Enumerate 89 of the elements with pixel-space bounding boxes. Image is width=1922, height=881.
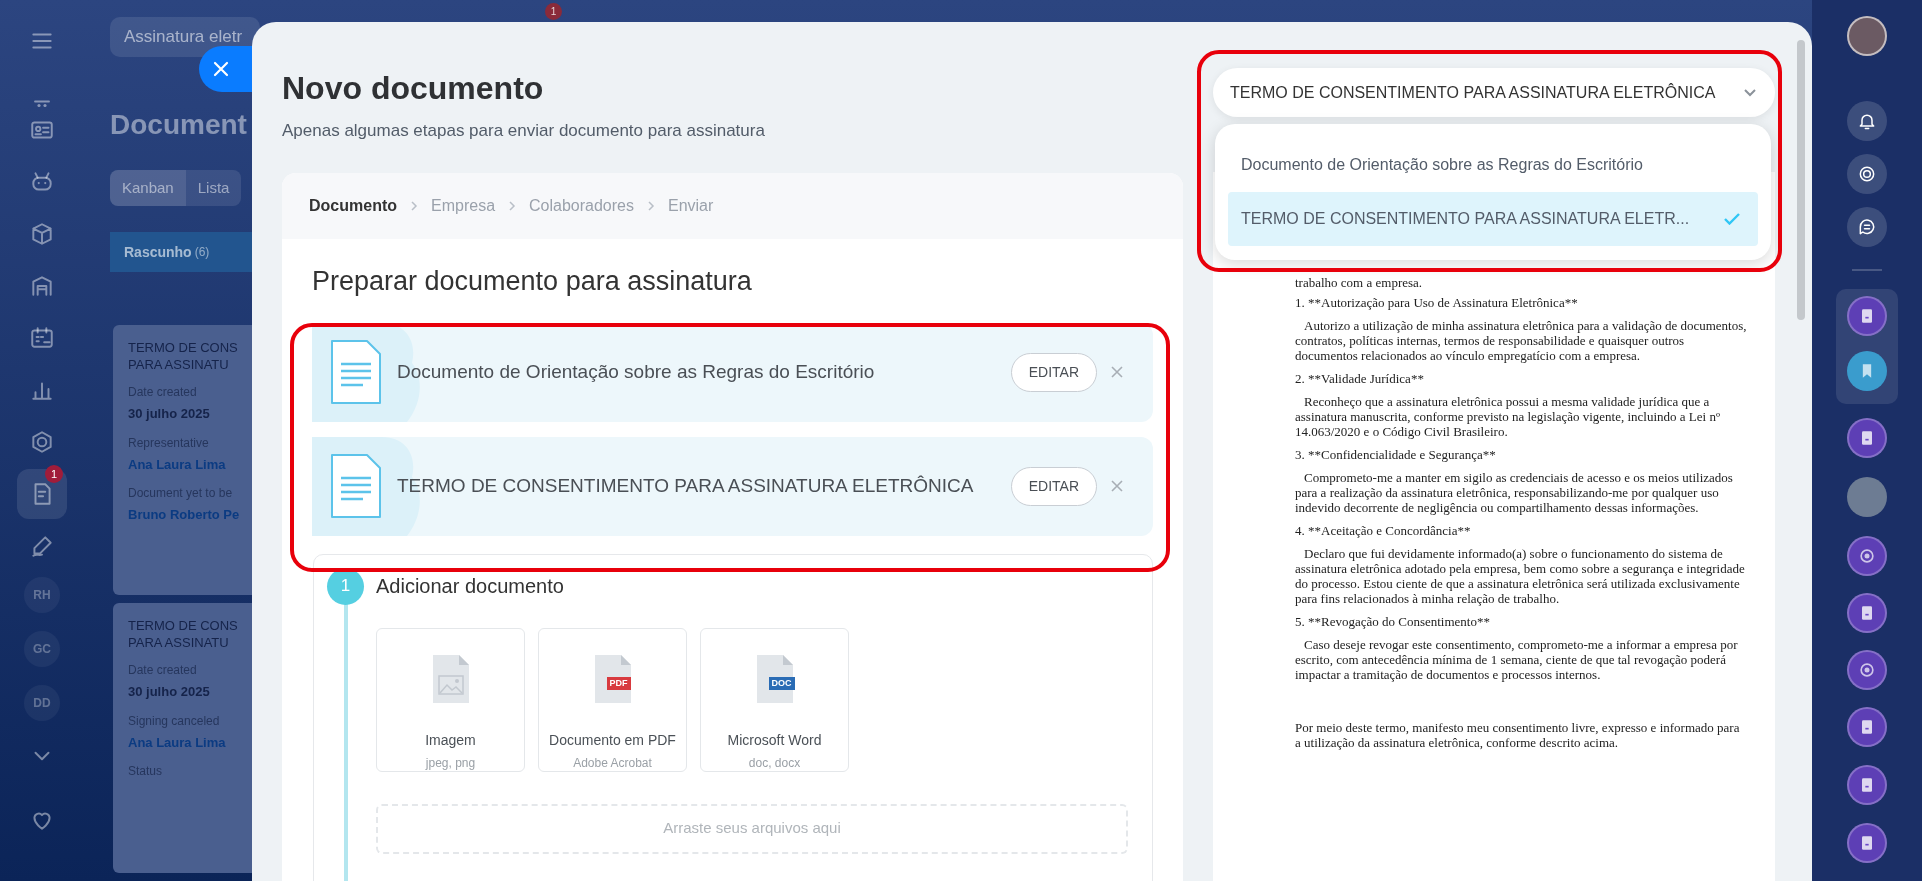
word-file-icon bbox=[754, 653, 795, 704]
chevron-right-icon bbox=[409, 199, 419, 212]
card-title: TERMO DE CONS PARA ASSINATU bbox=[128, 617, 239, 651]
view-tab[interactable]: Kanban bbox=[110, 170, 186, 206]
field-value: 30 julho 2025 bbox=[128, 683, 211, 701]
notification-badge: 1 bbox=[545, 3, 562, 20]
close-icon bbox=[213, 61, 229, 77]
breadcrumb-step[interactable]: Documento bbox=[309, 193, 397, 218]
file-type-name: Documento em PDF bbox=[549, 730, 676, 750]
preview-paragraph: 3. **Confidencialidade e Segurança** bbox=[1295, 447, 1497, 462]
page-title: Document bbox=[110, 108, 247, 142]
spiral-button[interactable] bbox=[1847, 536, 1887, 576]
file-type-formats: Adobe Acrobat bbox=[573, 754, 652, 772]
preview-paragraph: 2. **Validade Jurídica** bbox=[1295, 371, 1425, 386]
field-value: 30 julho 2025 bbox=[128, 405, 211, 423]
book-button[interactable] bbox=[1847, 418, 1887, 458]
file-type-tile[interactable]: PDF Documento em PDF Adobe Acrobat bbox=[538, 627, 687, 772]
step-title: Adicionar documento bbox=[376, 573, 565, 599]
card-title: TERMO DE CONS PARA ASSINATU bbox=[128, 339, 239, 373]
hexagon-icon bbox=[29, 429, 55, 455]
select-value: TERMO DE CONSENTIMENTO PARA ASSINATURA ELETRÔNICA bbox=[1230, 82, 1717, 103]
edit-button[interactable]: EDITAR bbox=[1010, 352, 1097, 392]
workspace-badge[interactable]: GC bbox=[24, 631, 60, 667]
book-button[interactable] bbox=[1847, 593, 1887, 633]
spiral-button[interactable] bbox=[1847, 154, 1887, 194]
box-icon bbox=[29, 221, 55, 247]
dropdown-option[interactable]: Documento de Orientação sobre as Regras do Escritório bbox=[1228, 138, 1758, 192]
workspace-badge[interactable]: DD bbox=[24, 685, 60, 721]
preview-paragraph: Declaro que fui devidamente informado(a) sobre o funcionamento do sistema de assinatura eletrônica adotado pela empresa, bem como sobre a segurança e integridade do processo. Estou ciente de que a assinatura eletrônica será utilizada exclusivamente para fins relacionados à minha relação de trabalho. bbox=[1295, 546, 1746, 606]
file-type-formats: doc, docx bbox=[748, 754, 801, 772]
column-title: Rascunho bbox=[124, 242, 192, 262]
chevron-right-icon bbox=[507, 199, 518, 212]
preview-paragraph: 5. **Revogação do Consentimento** bbox=[1295, 614, 1491, 629]
document-icon bbox=[329, 338, 383, 406]
preview-paragraph: trabalho com a empresa. bbox=[1295, 275, 1424, 290]
preview-paragraph: Caso deseje revogar este consentimento, comprometo-me a informar a empresa por escrito, com antecedência mínima de 1 semana, ciente de que tal revogação poderá impactar a tramitação de documentos e processos internos. bbox=[1295, 637, 1739, 682]
avatar[interactable] bbox=[1847, 16, 1887, 56]
search-text: Assinatura eletr bbox=[124, 26, 243, 49]
preview-paragraph: Autorizo a utilização de minha assinatura eletrônica para a validação de documentos, contratos, políticas internas, termos de responsabilidade e quaisquer outros documentos relacionados ao vínculo empregatício com a empresa. bbox=[1295, 318, 1747, 363]
preview-paragraph: Comprometo-me a manter em sigilo as credenciais de acesso e os meios utilizados para a realização da assinatura eletrônica, responsabilizando-me por qualquer uso indevido decorrente de negligência ou compartilhamento dessas informações. bbox=[1295, 470, 1734, 515]
chat-arrows-button[interactable] bbox=[1847, 207, 1887, 247]
warehouse-icon bbox=[29, 273, 55, 299]
breadcrumb-step[interactable]: Enviar bbox=[668, 193, 714, 218]
chevron-right-icon bbox=[646, 199, 656, 212]
avatar[interactable] bbox=[1847, 477, 1887, 517]
dropdown-option[interactable]: TERMO DE CONSENTIMENTO PARA ASSINATURA ELETR... bbox=[1228, 192, 1758, 246]
pen-signature-icon bbox=[29, 533, 55, 559]
file-type-name: Microsoft Word bbox=[727, 730, 822, 750]
file-type-name: Imagem bbox=[425, 730, 476, 750]
edit-button[interactable]: EDITAR bbox=[1010, 466, 1097, 506]
book-button[interactable] bbox=[1847, 823, 1887, 863]
close-icon bbox=[1111, 366, 1123, 378]
field-value: Bruno Roberto Pe bbox=[128, 506, 241, 524]
calendar-icon bbox=[29, 325, 55, 351]
file-type-tile[interactable]: DOC Microsoft Word doc, docx bbox=[700, 627, 849, 772]
book-button[interactable] bbox=[1847, 765, 1887, 805]
document-name: Documento de Orientação sobre as Regras do Escritório bbox=[397, 359, 876, 384]
preview-paragraph: 4. **Aceitação e Concordância** bbox=[1295, 523, 1472, 538]
book-button[interactable] bbox=[1847, 707, 1887, 747]
modal-title: Novo documento bbox=[282, 70, 545, 106]
field-value: Ana Laura Lima bbox=[128, 455, 227, 474]
column-count: (6) bbox=[194, 244, 210, 261]
bell-button[interactable] bbox=[1847, 101, 1887, 141]
preview-paragraph: Por meio deste termo, manifesto meu consentimento livre, expresso e informado para a utilização da assinatura eletrônica, conforme descrito acima. bbox=[1295, 720, 1741, 750]
breadcrumb-step[interactable]: Empresa bbox=[431, 193, 496, 218]
breadcrumb-step[interactable]: Colaboradores bbox=[529, 193, 634, 218]
image-file-icon bbox=[430, 653, 471, 704]
scrollbar[interactable] bbox=[1797, 40, 1805, 320]
file-type-formats: jpeg, png bbox=[425, 754, 476, 772]
modal-subtitle: Apenas algumas etapas para enviar documento para assinatura bbox=[282, 120, 766, 142]
checkmark-icon bbox=[1724, 213, 1740, 225]
chevron-down-icon bbox=[1743, 87, 1757, 98]
document-select[interactable]: TERMO DE CONSENTIMENTO PARA ASSINATURA ELETRÔNICA bbox=[1213, 68, 1775, 117]
preview-paragraph: 1. **Autorização para Uso de Assinatura Eletrônica** bbox=[1295, 295, 1579, 310]
dots-icon bbox=[34, 100, 50, 108]
spiral-button[interactable] bbox=[1847, 650, 1887, 690]
document-name: TERMO DE CONSENTIMENTO PARA ASSINATURA ELETRÔNICA bbox=[397, 473, 975, 498]
preview-paragraph: Reconheço que a assinatura eletrônica possui a mesma validade jurídica que a assinatura manuscrita, conforme previsto na legislação vigente, incluindo a Lei nº 14.063/2020 e o Código Civil Brasileiro. bbox=[1295, 394, 1721, 439]
field-value: Ana Laura Lima bbox=[128, 733, 227, 752]
section-heading: Preparar documento para assinatura bbox=[312, 264, 753, 298]
view-tab[interactable]: Lista bbox=[185, 170, 242, 206]
book-button[interactable] bbox=[1847, 296, 1887, 336]
file-type-tile[interactable]: Imagem jpeg, png bbox=[376, 627, 525, 772]
workspace-badge[interactable]: RH bbox=[24, 577, 60, 613]
drop-zone[interactable]: Arraste seus arquivos aqui bbox=[376, 803, 1128, 854]
bookmark-button[interactable] bbox=[1847, 351, 1887, 391]
close-icon bbox=[1111, 480, 1123, 492]
document-icon bbox=[329, 452, 383, 520]
notification-badge: 1 bbox=[45, 465, 63, 483]
